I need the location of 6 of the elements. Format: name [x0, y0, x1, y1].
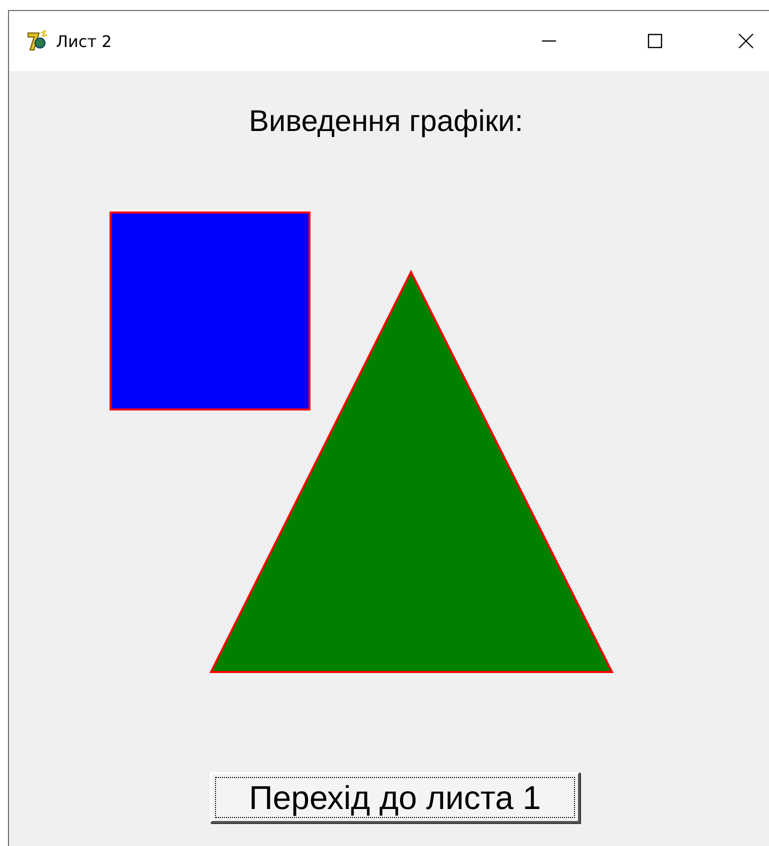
window-title: Лист 2	[56, 32, 112, 50]
heading: Виведення графіки:	[248, 104, 524, 140]
go-to-sheet-button[interactable]: Перехід до листа 1	[210, 772, 580, 823]
app-icon	[26, 30, 48, 52]
maximize-icon[interactable]	[647, 33, 663, 49]
close-icon[interactable]	[738, 33, 754, 49]
